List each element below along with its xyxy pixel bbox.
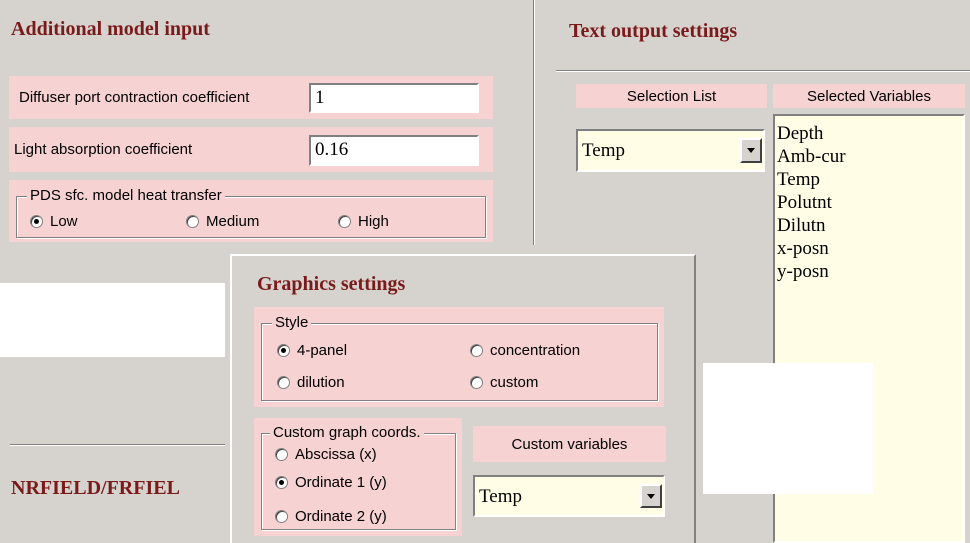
heat-high-radio[interactable]: High <box>338 213 389 230</box>
heat-low-radio[interactable]: Low <box>30 213 78 230</box>
style-dilution-label: dilution <box>297 374 345 391</box>
radio-unselected-icon <box>277 376 290 389</box>
radio-unselected-icon <box>470 344 483 357</box>
custom-variables-label: Custom variables <box>511 435 628 453</box>
style-concentration-label: concentration <box>490 342 581 359</box>
coords-legend: Custom graph coords. <box>270 424 424 441</box>
heat-medium-label: Medium <box>206 213 260 230</box>
radio-unselected-icon <box>275 510 288 523</box>
custom-variable-value: Temp <box>479 486 522 507</box>
list-item[interactable]: x-posn <box>775 237 963 260</box>
heat-high-label: High <box>358 213 389 230</box>
radio-unselected-icon <box>275 448 288 461</box>
nrfield-title: NRFIELD/FRFIEL <box>11 477 180 499</box>
heat-low-label: Low <box>50 213 78 230</box>
radio-unselected-icon <box>186 215 199 228</box>
dropdown-arrow-button[interactable] <box>640 484 662 508</box>
graphics-settings-title: Graphics settings <box>257 273 406 295</box>
coords-abscissa-radio[interactable]: Abscissa (x) <box>275 446 377 463</box>
bottom-separator <box>10 444 225 446</box>
style-4panel-radio[interactable]: 4-panel <box>277 342 347 359</box>
selection-list-label: Selection List <box>626 87 717 105</box>
list-item[interactable]: Amb-cur <box>775 145 963 168</box>
blank-area-left <box>0 283 225 357</box>
selection-list-header: Selection List <box>576 84 767 108</box>
radio-unselected-icon <box>338 215 351 228</box>
radio-selected-icon <box>277 344 290 357</box>
custom-variables-header: Custom variables <box>473 426 666 462</box>
light-label: Light absorption coefficient <box>14 141 193 158</box>
list-item[interactable]: Dilutn <box>775 214 963 237</box>
style-custom-label: custom <box>490 374 539 391</box>
coords-ordinate2-label: Ordinate 2 (y) <box>295 508 387 525</box>
list-item[interactable]: Polutnt <box>775 191 963 214</box>
blank-area-right <box>703 363 873 494</box>
diffuser-label: Diffuser port contraction coefficient <box>19 89 250 106</box>
list-item[interactable]: Temp <box>775 168 963 191</box>
dropdown-arrow-button[interactable] <box>740 138 762 163</box>
chevron-down-icon <box>747 148 755 153</box>
heat-medium-radio[interactable]: Medium <box>186 213 259 230</box>
selected-variables-items: Depth Amb-cur Temp Polutnt Dilutn x-posn y-pos… <box>775 122 963 283</box>
list-item[interactable]: y-posn <box>775 260 963 283</box>
additional-input-title: Additional model input <box>11 18 210 40</box>
style-legend: Style <box>272 314 312 331</box>
radio-unselected-icon <box>470 376 483 389</box>
radio-selected-icon <box>275 476 288 489</box>
style-dilution-radio[interactable]: dilution <box>277 374 345 391</box>
selected-variables-label: Selected Variables <box>807 87 931 105</box>
coords-abscissa-label: Abscissa (x) <box>295 446 377 463</box>
style-custom-radio[interactable]: custom <box>470 374 538 391</box>
diffuser-input[interactable]: 1 <box>309 83 479 113</box>
heat-transfer-legend: PDS sfc. model heat transfer <box>27 187 225 204</box>
coords-ordinate1-label: Ordinate 1 (y) <box>295 474 387 491</box>
selected-variables-header: Selected Variables <box>773 84 965 108</box>
light-absorption-input[interactable]: 0.16 <box>309 135 479 166</box>
radio-selected-icon <box>30 215 43 228</box>
text-output-separator <box>556 70 970 72</box>
style-4panel-label: 4-panel <box>297 342 348 359</box>
coords-ordinate1-radio[interactable]: Ordinate 1 (y) <box>275 474 387 491</box>
selection-list-dropdown[interactable]: Temp <box>576 129 765 172</box>
selection-list-value: Temp <box>582 140 625 161</box>
coords-ordinate2-radio[interactable]: Ordinate 2 (y) <box>275 508 387 525</box>
style-concentration-radio[interactable]: concentration <box>470 342 580 359</box>
custom-variables-dropdown[interactable]: Temp <box>473 475 665 517</box>
panel-separator <box>533 0 535 245</box>
chevron-down-icon <box>647 493 655 499</box>
text-output-title: Text output settings <box>569 20 738 42</box>
list-item[interactable]: Depth <box>775 122 963 145</box>
